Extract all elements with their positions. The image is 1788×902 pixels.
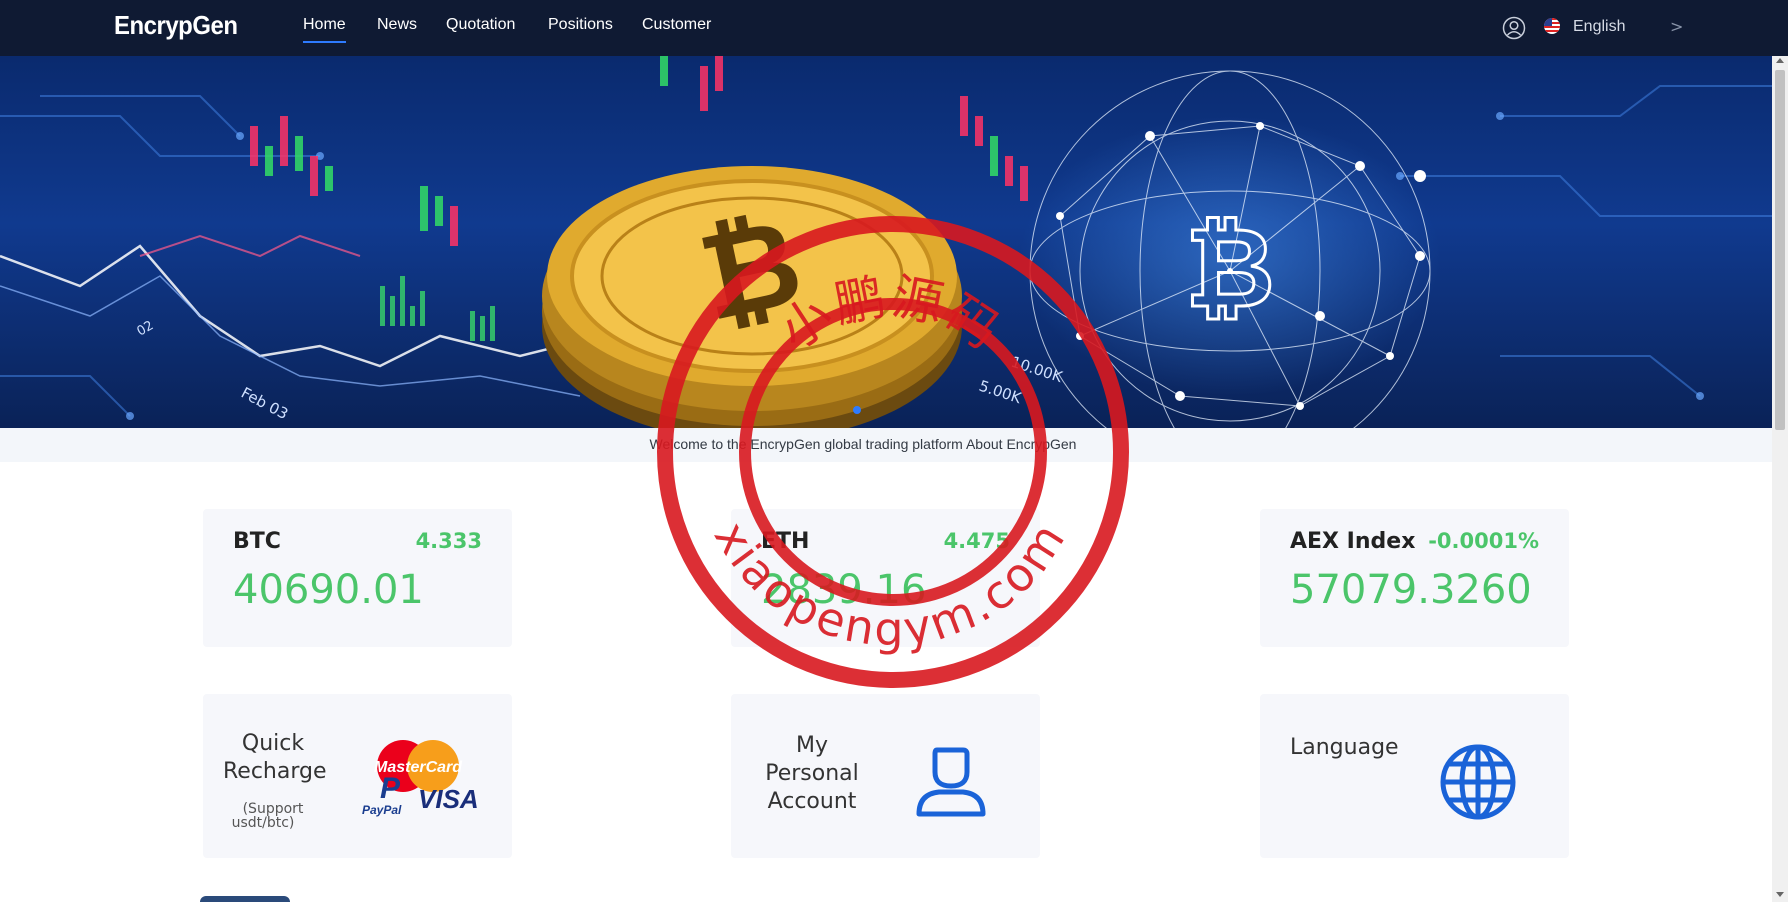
payment-logos-icon: MasterCard P PayPal VISA (362, 740, 479, 817)
ticker-card-eth[interactable]: ETH 4.475 2839.16 (731, 509, 1040, 647)
nav-home[interactable]: Home (303, 16, 346, 43)
bitcoin-symbol-icon: ₿ (1185, 204, 1275, 332)
logo[interactable]: EncrypGen (114, 10, 238, 41)
carousel-dot[interactable] (853, 406, 861, 414)
nav-positions[interactable]: Positions (548, 16, 613, 34)
quick-recharge-card[interactable]: Quick Recharge (Support usdt/btc) Master… (203, 694, 512, 858)
ticker-card-aex[interactable]: AEX Index -0.0001% 57079.3260 (1260, 509, 1569, 647)
nav-customer[interactable]: Customer (642, 16, 711, 34)
ticker-name: ETH (761, 529, 810, 554)
recharge-title-line2: Recharge (223, 759, 327, 784)
bitcoin-coin-icon: ₿ (542, 166, 962, 428)
recharge-title-line1: Quick (241, 731, 305, 756)
ticker-price: 40690.01 (233, 567, 424, 613)
language-selector[interactable]: English (1573, 18, 1625, 36)
globe-icon (1440, 744, 1516, 820)
recharge-sub-line2: usdt/btc) (231, 815, 295, 831)
ticker-card-btc[interactable]: BTC 4.333 40690.01 (203, 509, 512, 647)
language-title: Language (1290, 735, 1399, 760)
nav-quotation[interactable]: Quotation (446, 16, 515, 34)
welcome-text[interactable]: Welcome to the EncrypGen global trading … (0, 436, 1726, 452)
us-flag-icon (1544, 18, 1560, 34)
account-title-line2: Personal (765, 761, 859, 786)
scrollbar-thumb[interactable] (1775, 70, 1785, 430)
banner-artwork: Feb 03 10.00K 5.00K 02 ₿ ₿ (0, 56, 1772, 428)
ticker-change: 4.333 (415, 529, 482, 553)
top-navbar: EncrypGen Home News Quotation Positions … (0, 0, 1788, 56)
scroll-down-arrow-icon[interactable] (1776, 892, 1784, 897)
person-icon (916, 747, 986, 817)
ticker-name: AEX Index (1290, 529, 1416, 554)
ticker-name: BTC (233, 529, 281, 554)
ticker-price: 57079.3260 (1290, 567, 1532, 613)
language-card[interactable]: Language (1260, 694, 1569, 858)
svg-text:PayPal: PayPal (362, 803, 402, 817)
chart-label-date: Feb 03 (238, 384, 291, 424)
section-peek (200, 896, 290, 902)
svg-text:P: P (380, 772, 401, 805)
nav-news[interactable]: News (377, 16, 417, 34)
chart-label-10k: 10.00K (1009, 353, 1066, 387)
scroll-up-arrow-icon[interactable] (1776, 58, 1784, 63)
chevron-right-icon[interactable]: > (1670, 17, 1683, 36)
chart-label-02: 02 (135, 318, 157, 339)
account-title-line3: Account (767, 789, 857, 814)
hero-banner[interactable]: Feb 03 10.00K 5.00K 02 ₿ ₿ (0, 56, 1772, 428)
svg-text:VISA: VISA (418, 784, 479, 814)
account-title-line1: My (795, 733, 828, 758)
ticker-change: -0.0001% (1428, 529, 1539, 553)
personal-account-card[interactable]: My Personal Account (731, 694, 1040, 858)
ticker-change: 4.475 (943, 529, 1010, 553)
chart-label-5k: 5.00K (977, 377, 1025, 408)
user-icon[interactable] (1502, 16, 1526, 40)
welcome-strip: Welcome to the EncrypGen global trading … (0, 428, 1772, 462)
ticker-price: 2839.16 (761, 567, 927, 613)
